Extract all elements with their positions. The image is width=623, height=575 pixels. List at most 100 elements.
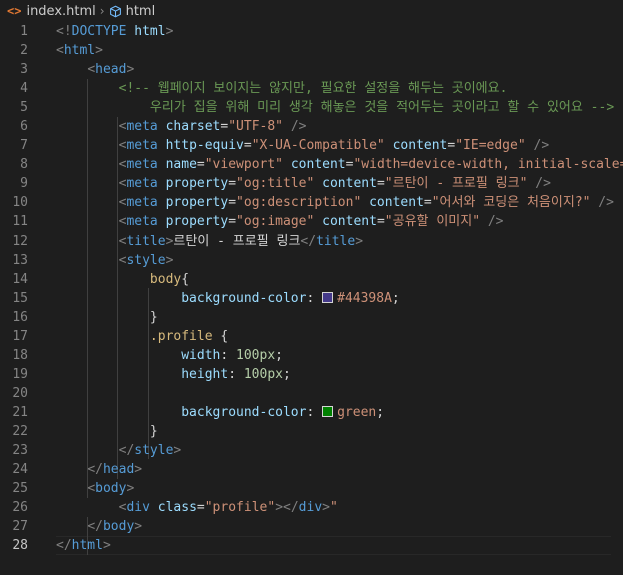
code-token: > (134, 519, 143, 535)
code-line[interactable]: width: 100px; (56, 346, 623, 365)
line-number: 22 (12, 423, 28, 439)
code-token: title (316, 233, 356, 249)
code-line[interactable]: <!-- 웹페이지 보이지는 않지만, 필요한 설정을 해두는 곳이에요. (56, 79, 623, 98)
line-number: 12 (12, 233, 28, 249)
code-token: { (181, 271, 190, 287)
code-token: background-color (181, 290, 307, 306)
line-number-gutter: 1 2 3 4 5 6 7 8 9 10 11 12 13 14 15 16 17 18 19 20 21 22 23 24 2… (0, 22, 40, 555)
code-token: 우리가 집을 위해 미리 생각 해놓은 것을 적어두는 곳이라고 할 수 있어요… (56, 100, 615, 116)
code-token: = (376, 176, 385, 192)
code-token: /> (487, 214, 504, 230)
code-token: /> (598, 195, 614, 211)
code-token: </ (300, 233, 317, 249)
code-line[interactable]: 우리가 집을 위해 미리 생각 해놓은 것을 적어두는 곳이라고 할 수 있어요… (56, 98, 623, 117)
code-line[interactable]: .profile { (56, 327, 623, 346)
code-token: style (134, 443, 174, 459)
line-number: 13 (12, 252, 28, 268)
code-token: "공유할 이미지" (384, 214, 481, 230)
code-line[interactable]: </body> (56, 517, 623, 536)
breadcrumb-symbol[interactable]: html (126, 4, 156, 19)
code-token: <! (56, 24, 72, 39)
line-number: 27 (12, 519, 28, 535)
code-token: } (149, 423, 158, 439)
code-line[interactable]: <!DOCTYPE html> (56, 22, 623, 41)
code-token: ; (376, 404, 385, 420)
code-token: < (87, 481, 96, 497)
code-line[interactable]: </html> (56, 536, 623, 555)
code-token: = (243, 138, 252, 154)
code-token: property (165, 176, 229, 192)
color-swatch[interactable] (322, 291, 334, 303)
code-token: content (392, 138, 448, 154)
code-token: "og:image" (236, 214, 315, 230)
code-area[interactable]: <!DOCTYPE html> <html> <head> <!-- 웹페이지 보… (56, 22, 623, 555)
code-line[interactable]: <meta http-equiv="X-UA-Compatible" conte… (56, 136, 623, 155)
code-token: content (290, 157, 346, 173)
code-line[interactable]: body{ (56, 270, 623, 289)
code-line[interactable]: <meta property="og:description" content=… (56, 193, 623, 212)
code-token: meta (126, 138, 158, 154)
code-line[interactable]: <meta name="viewport" content="width=dev… (56, 155, 623, 174)
code-token: height (181, 366, 229, 382)
line-number: 18 (12, 347, 28, 363)
code-token: < (87, 62, 96, 78)
breadcrumb-file[interactable]: index.html (26, 4, 95, 19)
code-line[interactable]: <body> (56, 479, 623, 498)
code-line[interactable]: height: 100px; (56, 365, 623, 384)
code-token: class (157, 500, 197, 516)
code-line[interactable]: background-color: #44398A; (56, 289, 623, 308)
code-token: > (165, 252, 174, 268)
code-line[interactable]: background-color: green; (56, 403, 623, 422)
code-token: <!-- 웹페이지 보이지는 않지만, 필요한 설정을 해두는 곳이에요. (118, 81, 508, 97)
code-token: html (71, 538, 103, 554)
code-line[interactable]: } (56, 422, 623, 441)
code-token: ; (391, 290, 400, 306)
code-token: body (102, 519, 135, 535)
code-line[interactable]: <style> (56, 251, 623, 270)
line-number: 11 (12, 214, 28, 230)
code-line[interactable] (56, 384, 623, 403)
code-token: html (63, 43, 96, 59)
code-token: 100px (236, 347, 276, 363)
code-line[interactable]: </head> (56, 460, 623, 479)
code-line[interactable]: <div class="profile"></div>" (56, 498, 623, 517)
line-number: 7 (20, 138, 28, 154)
code-token: = (228, 176, 237, 192)
line-number: 10 (12, 195, 28, 211)
line-number: 2 (20, 43, 28, 59)
code-line[interactable]: <html> (56, 41, 623, 60)
code-line[interactable]: <head> (56, 60, 623, 79)
code-token: /> (290, 119, 307, 135)
breadcrumb: <> index.html › html (0, 0, 623, 22)
code-token: name (165, 157, 197, 173)
code-line[interactable]: <meta charset="UTF-8" /> (56, 117, 623, 136)
code-line[interactable]: <meta property="og:title" content="르탄이 -… (56, 174, 623, 193)
code-token: #44398A (337, 290, 392, 306)
code-line[interactable]: <title>르탄이 - 프로필 링크</title> (56, 232, 623, 251)
code-token: > (355, 233, 364, 249)
code-token: body (95, 481, 127, 497)
code-token: width (181, 347, 221, 363)
line-number: 15 (12, 290, 28, 306)
code-line[interactable]: <meta property="og:image" content="공유할 이… (56, 212, 623, 231)
color-swatch[interactable] (322, 405, 334, 417)
code-editor[interactable]: 1 2 3 4 5 6 7 8 9 10 11 12 13 14 15 16 17 18 19 20 21 22 23 24 2… (0, 22, 623, 575)
code-token: DOCTYPE (71, 24, 127, 39)
code-line[interactable]: </style> (56, 441, 623, 460)
code-line[interactable]: } (56, 308, 623, 327)
